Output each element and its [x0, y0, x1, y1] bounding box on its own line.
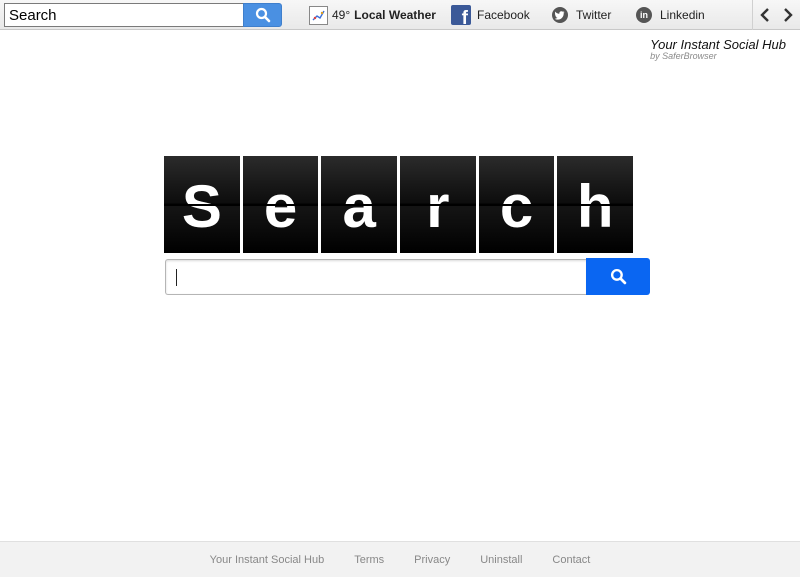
- search-logo: S e a r c h: [164, 156, 634, 253]
- weather-label: Local Weather: [354, 8, 436, 22]
- linkedin-label: Linkedin: [660, 8, 705, 22]
- logo-tile: e: [242, 156, 319, 253]
- twitter-link[interactable]: Twitter: [552, 5, 611, 25]
- main-search-input[interactable]: [165, 259, 587, 295]
- logo-letter: r: [426, 172, 450, 240]
- scroll-left-button[interactable]: [756, 5, 774, 25]
- footer-link-uninstall[interactable]: Uninstall: [480, 554, 522, 566]
- logo-letter: S: [181, 172, 222, 240]
- scroll-right-button[interactable]: [779, 5, 797, 25]
- brand-subtitle: by SaferBrowser: [650, 51, 717, 61]
- linkedin-icon: in: [636, 7, 652, 23]
- search-icon: [610, 268, 626, 285]
- weather-temperature: 49°: [332, 8, 351, 22]
- chevron-right-icon: [784, 8, 793, 22]
- logo-tile: c: [478, 156, 555, 253]
- logo-letter: h: [576, 172, 614, 240]
- footer-link-privacy[interactable]: Privacy: [414, 554, 450, 566]
- footer-link-social-hub[interactable]: Your Instant Social Hub: [210, 554, 325, 566]
- logo-tile: r: [400, 156, 476, 253]
- toolbar-search-button[interactable]: [243, 3, 282, 27]
- facebook-icon: f: [451, 5, 471, 25]
- chevron-left-icon: [760, 8, 769, 22]
- twitter-label: Twitter: [576, 8, 612, 22]
- search-icon: [255, 7, 270, 23]
- twitter-icon: [552, 7, 568, 23]
- local-weather-link[interactable]: 49° Local Weather: [309, 5, 436, 25]
- brand-block: Your Instant Social Hub by SaferBrowser: [650, 37, 786, 61]
- linkedin-link[interactable]: in Linkedin: [636, 5, 705, 25]
- top-toolbar: 49° Local Weather f Facebook Twitter in …: [0, 0, 800, 30]
- logo-letter: e: [263, 172, 298, 240]
- brand-title: Your Instant Social Hub: [650, 37, 786, 52]
- weather-icon: [309, 5, 328, 25]
- logo-tile: S: [164, 156, 240, 253]
- footer: Your Instant Social Hub Terms Privacy Un…: [0, 541, 800, 577]
- toolbar-search-input[interactable]: [4, 3, 244, 27]
- facebook-link[interactable]: f Facebook: [451, 5, 530, 25]
- text-cursor: [176, 269, 177, 286]
- logo-letter: a: [342, 172, 376, 240]
- logo-tile: a: [321, 156, 398, 253]
- logo-tile: h: [557, 156, 634, 253]
- toolbar-scroll-arrows: [752, 0, 800, 30]
- main-search-button[interactable]: [586, 258, 650, 295]
- logo-letter: c: [499, 172, 534, 240]
- footer-link-terms[interactable]: Terms: [354, 554, 384, 566]
- facebook-label: Facebook: [477, 8, 530, 22]
- footer-link-contact[interactable]: Contact: [552, 554, 590, 566]
